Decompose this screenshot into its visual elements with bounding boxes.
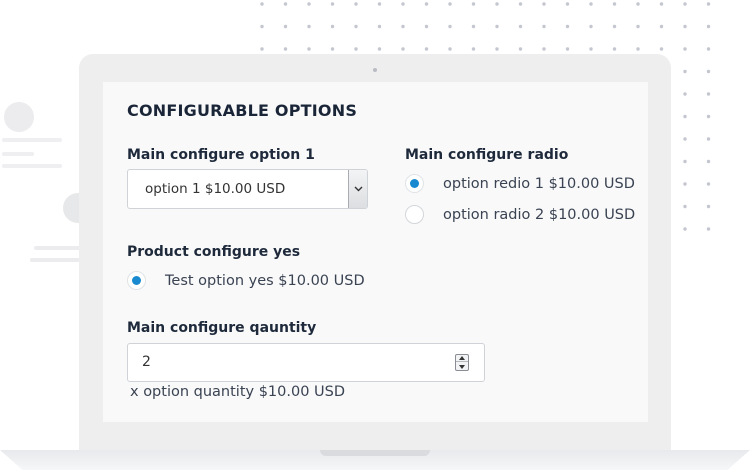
radio-button-unchecked[interactable]	[405, 205, 424, 224]
config-quantity-input[interactable]: 2	[127, 343, 485, 382]
config-option-1-selected-value: option 1 $10.00 USD	[145, 181, 286, 197]
chevron-down-icon[interactable]	[348, 170, 367, 208]
radio-button-checked[interactable]	[405, 174, 424, 193]
radio-option-label: option redio 1 $10.00 USD	[443, 175, 635, 192]
laptop-camera	[373, 68, 377, 72]
config-yes-option[interactable]: Test option yes $10.00 USD	[127, 271, 365, 290]
config-quantity-label: Main configure qauntity	[127, 320, 317, 336]
radio-button-checked[interactable]	[127, 271, 146, 290]
configurable-options-panel: CONFIGURABLE OPTIONS Main configure opti…	[103, 82, 648, 422]
config-radio-option-2[interactable]: option radio 2 $10.00 USD	[405, 205, 635, 224]
section-title: CONFIGURABLE OPTIONS	[127, 101, 358, 120]
config-quantity-value: 2	[142, 354, 151, 370]
quantity-price-note: x option quantity $10.00 USD	[130, 384, 346, 400]
laptop-hinge	[320, 450, 430, 456]
config-radio-label: Main configure radio	[405, 147, 569, 163]
spin-down-arrow-icon[interactable]	[456, 363, 468, 370]
config-option-1-label: Main configure option 1	[127, 147, 315, 163]
radio-option-label: Test option yes $10.00 USD	[165, 272, 365, 289]
spinner-icon[interactable]	[455, 354, 469, 371]
spin-up-arrow-icon[interactable]	[456, 355, 468, 362]
config-yes-label: Product configure yes	[127, 244, 301, 260]
decorative-list-graphic	[2, 102, 90, 262]
config-radio-option-1[interactable]: option redio 1 $10.00 USD	[405, 174, 635, 193]
config-option-1-select[interactable]: option 1 $10.00 USD	[127, 169, 368, 209]
radio-option-label: option radio 2 $10.00 USD	[443, 206, 636, 223]
